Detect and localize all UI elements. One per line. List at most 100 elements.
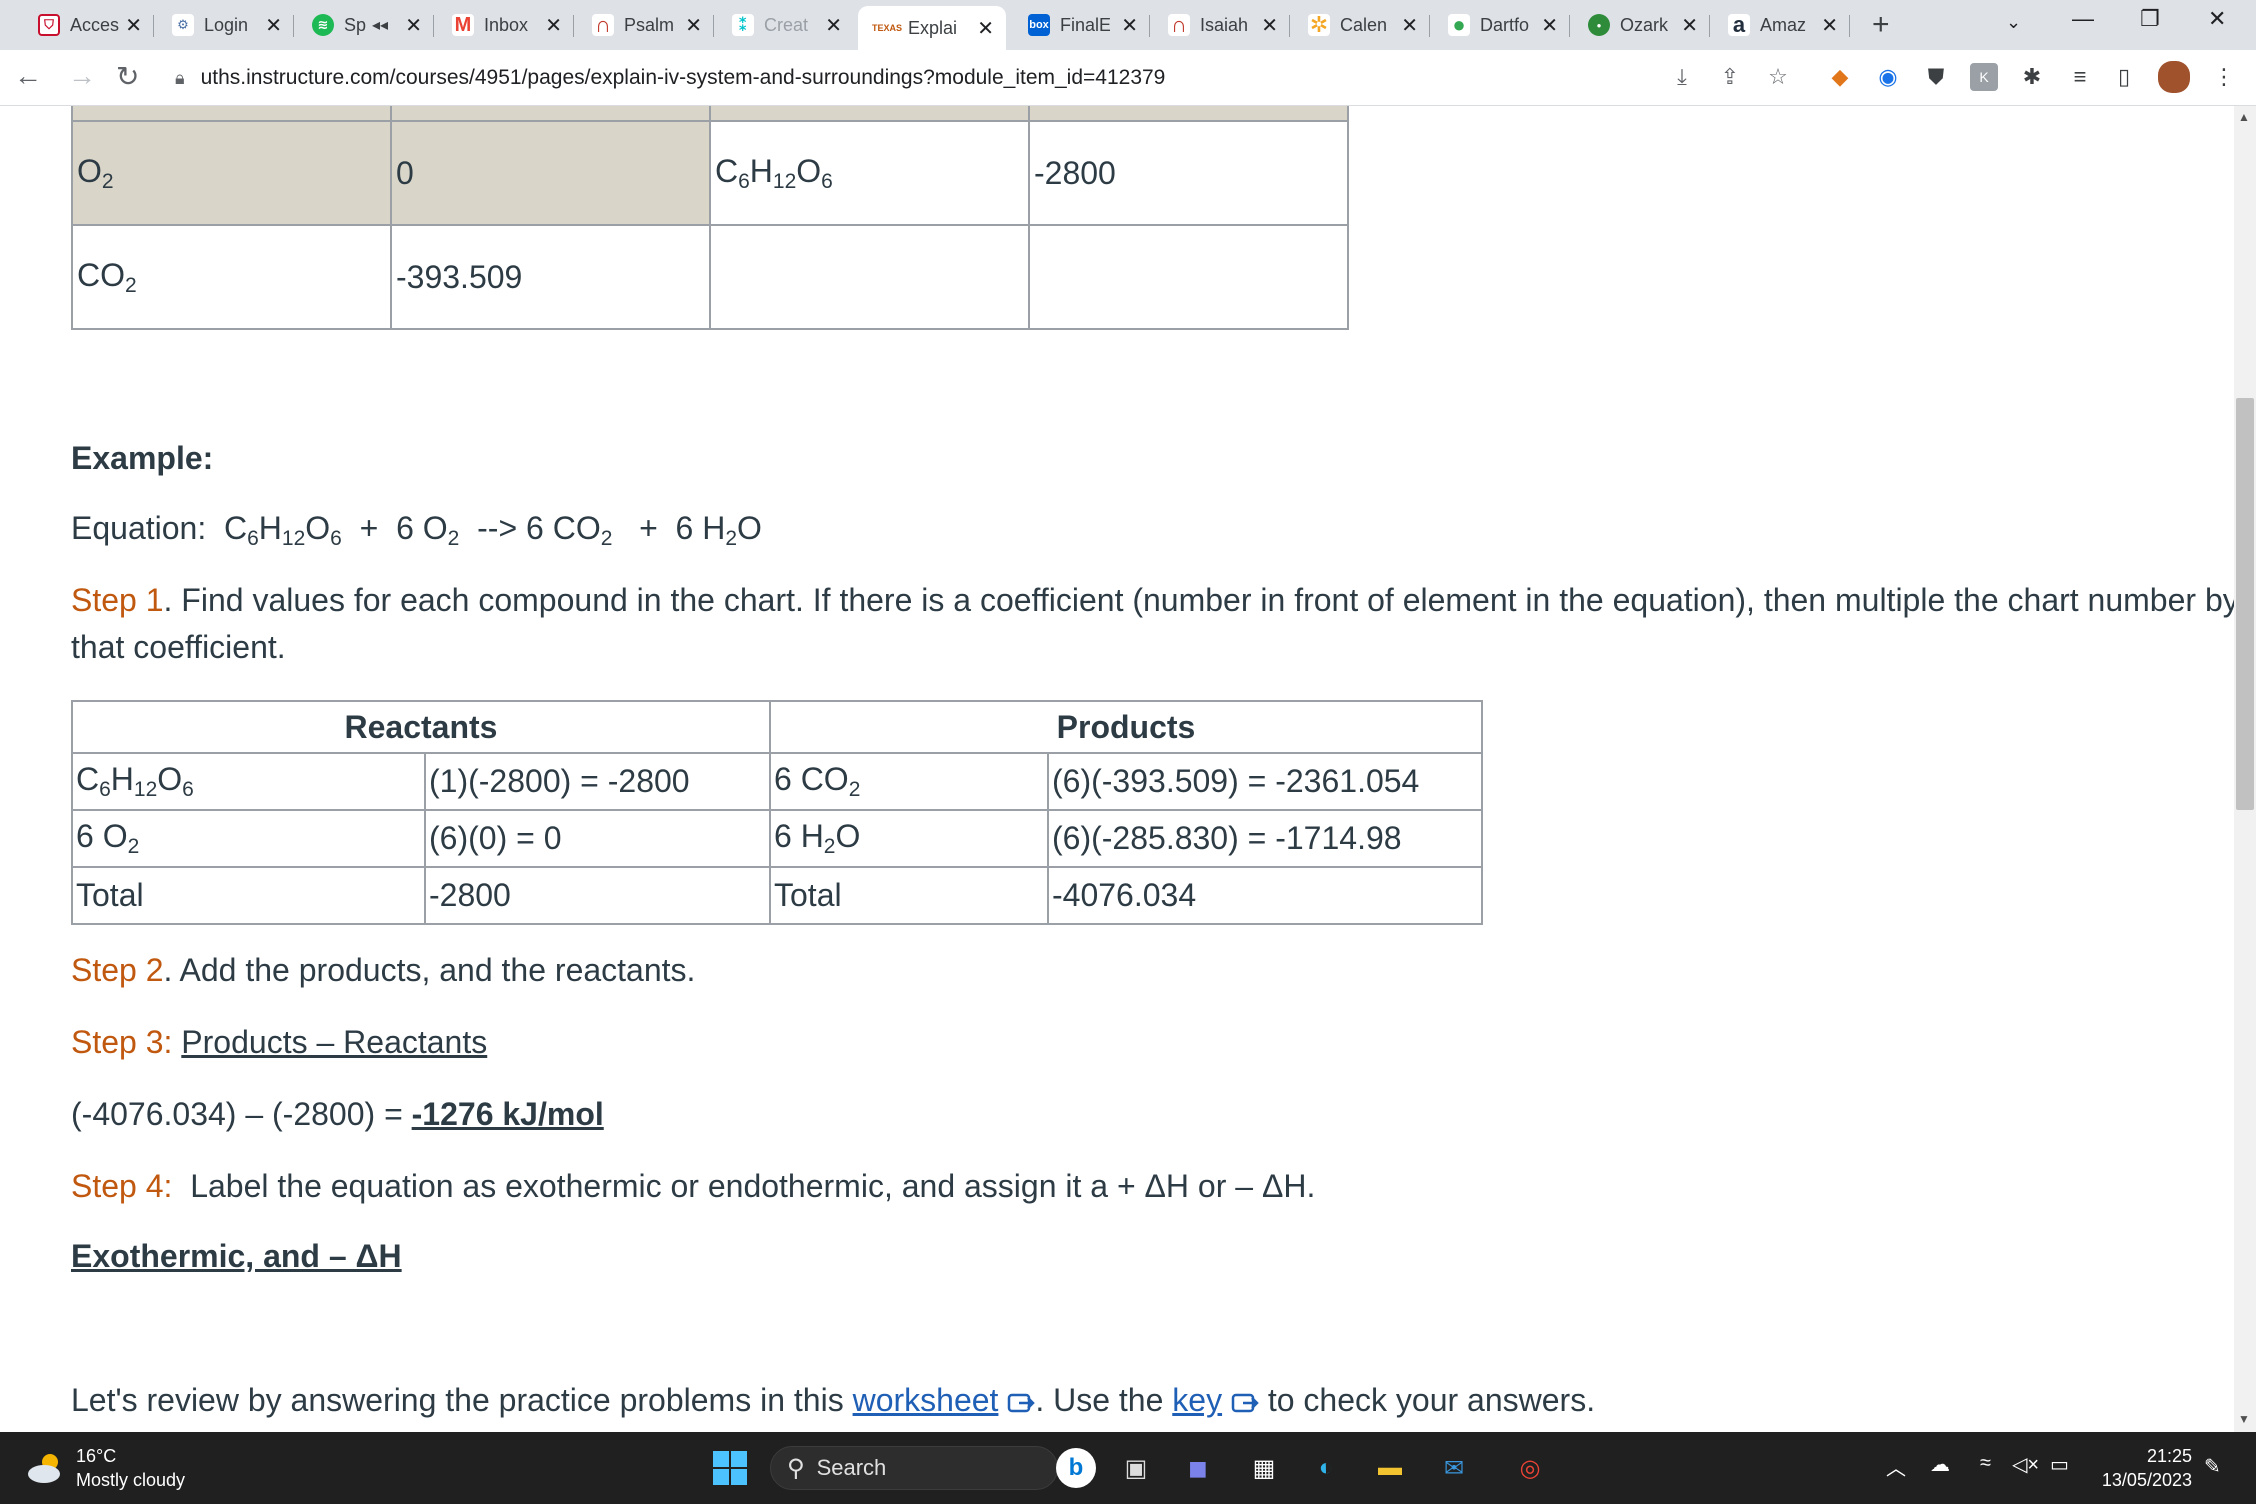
products-header: Products — [769, 700, 1483, 754]
table-cell: 6 CO2 — [769, 752, 1049, 811]
close-tab-icon[interactable]: ✕ — [125, 13, 142, 38]
table-cell — [71, 106, 392, 122]
calculation-table: Reactants Products C6H12O6 (1)(-2800) = … — [71, 700, 1483, 925]
tab-login[interactable]: ⚙ Login ✕ — [154, 7, 294, 43]
close-tab-icon[interactable]: ✕ — [1681, 13, 1698, 38]
calculation-line: (-4076.034) – (-2800) = -1276 kJ/mol — [71, 1096, 604, 1132]
browser-toolbar: ← → ↻ 🔒︎ uths.instructure.com/courses/49… — [0, 50, 2256, 106]
step1-text: Step 1. Find values for each compound in… — [71, 582, 2234, 618]
lock-icon[interactable]: 🔒︎ — [175, 68, 185, 89]
close-tab-icon[interactable]: ✕ — [1821, 13, 1838, 38]
close-tab-icon[interactable]: ✕ — [405, 13, 422, 38]
table-cell: (6)(0) = 0 — [424, 809, 771, 868]
table-row: Total -2800 Total -4076.034 — [71, 866, 1483, 925]
close-tab-icon[interactable]: ✕ — [1121, 13, 1138, 38]
tray-chevron-icon[interactable]: ︿ — [1886, 1452, 1906, 1481]
taskbar-clock[interactable]: 21:25 13/05/2023 — [2080, 1444, 2192, 1492]
tab-isaiah[interactable]: ∩ Isaiah ✕ — [1150, 7, 1290, 43]
scroll-down-icon[interactable]: ▼ — [2238, 1412, 2250, 1426]
forward-arrow-icon[interactable]: → — [68, 60, 96, 92]
install-app-icon[interactable]: ⤓ — [1668, 63, 1696, 91]
back-arrow-icon[interactable]: ← — [14, 60, 42, 92]
tab-create[interactable]: ⁑ Creat ✕ — [714, 7, 854, 43]
bookmark-star-icon[interactable]: ☆ — [1764, 63, 1792, 91]
key-link[interactable]: key — [1172, 1382, 1222, 1418]
address-bar[interactable]: 🔒︎ uths.instructure.com/courses/4951/pag… — [165, 57, 1725, 99]
menu-kebab-icon[interactable]: ⋮ — [2210, 63, 2238, 91]
speaker-icon[interactable]: ◂◂ — [372, 15, 388, 35]
maps-pin-favicon-icon: ● — [1448, 12, 1470, 37]
edge-icon[interactable]: ◐ — [1306, 1448, 1346, 1488]
weather-widget[interactable]: 16°C Mostly cloudy — [24, 1444, 185, 1492]
login-favicon-icon: ⚙ — [172, 14, 194, 36]
total-label: Total — [769, 866, 1049, 925]
table-cell: (6)(-393.509) = -2361.054 — [1047, 752, 1483, 811]
share-icon[interactable]: ⇪ — [1716, 63, 1744, 91]
close-tab-icon[interactable]: ✕ — [825, 13, 842, 38]
microsoft-store-icon[interactable]: ▦ — [1244, 1448, 1284, 1488]
scroll-up-icon[interactable]: ▲ — [2238, 110, 2250, 124]
tab-amazon[interactable]: a Amaz ✕ — [1710, 7, 1850, 43]
start-windows-icon[interactable] — [710, 1448, 750, 1488]
close-tab-icon[interactable]: ✕ — [265, 13, 282, 38]
table-row: C6H12O6 (1)(-2800) = -2800 6 CO2 (6)(-39… — [71, 752, 1483, 811]
close-tab-icon[interactable]: ✕ — [1541, 13, 1558, 38]
table-cell: CO2 — [71, 224, 392, 330]
teams-chat-icon[interactable]: ◼ — [1178, 1448, 1218, 1488]
close-window-icon[interactable]: ✕ — [2208, 6, 2226, 32]
tab-ozark[interactable]: ● Ozark ✕ — [1570, 7, 1710, 43]
close-tab-icon[interactable]: ✕ — [685, 13, 702, 38]
tab-access[interactable]: ⛉ Acces ✕ — [20, 7, 154, 43]
close-tab-icon[interactable]: ✕ — [545, 13, 562, 38]
close-tab-icon[interactable]: ✕ — [977, 16, 994, 41]
tab-spotify[interactable]: ≋ Sp ◂◂ ✕ — [294, 7, 434, 43]
close-tab-icon[interactable]: ✕ — [1401, 13, 1418, 38]
taskbar-search[interactable]: ⚲ Search — [770, 1446, 1058, 1490]
minimize-icon[interactable]: — — [2072, 6, 2094, 32]
battery-icon[interactable]: ▭ — [2050, 1452, 2069, 1477]
wifi-icon[interactable]: ≈ — [1980, 1452, 1991, 1475]
tab-explain-active[interactable]: TEXAS Explai ✕ — [858, 6, 1006, 50]
tab-psalm[interactable]: ∩ Psalm ✕ — [574, 7, 714, 43]
product-total: -4076.034 — [1047, 866, 1483, 925]
task-view-icon[interactable]: ▣ — [1116, 1448, 1156, 1488]
table-cell: 6 O2 — [71, 809, 426, 868]
extension-circle-icon[interactable]: ◉ — [1874, 63, 1902, 91]
tab-final[interactable]: box FinalE ✕ — [1010, 7, 1150, 43]
url-text[interactable]: uths.instructure.com/courses/4951/pages/… — [201, 66, 1166, 90]
box-favicon-icon: box — [1028, 14, 1050, 36]
tab-maps[interactable]: ● Dartfo ✕ — [1430, 7, 1570, 43]
table-cell: C6H12O6 — [71, 752, 426, 811]
extension-box-icon[interactable]: K — [1970, 63, 1998, 91]
bing-icon[interactable]: b — [1056, 1448, 1096, 1488]
review-text: Let's review by answering the practice p… — [71, 1382, 1596, 1418]
restore-icon[interactable]: ❐ — [2140, 6, 2160, 32]
calendar-favicon-icon: ✲ — [1308, 12, 1330, 37]
reading-list-icon[interactable]: ≡ — [2066, 63, 2094, 91]
side-panel-icon[interactable]: ▯ — [2110, 63, 2138, 91]
tab-search-chevron-icon[interactable]: ⌄ — [2006, 12, 2021, 33]
metamask-extension-icon[interactable]: ◆ — [1826, 63, 1854, 91]
example-heading: Example: — [71, 440, 214, 476]
close-tab-icon[interactable]: ✕ — [1261, 13, 1278, 38]
chrome-icon[interactable]: ◎ — [1510, 1448, 1550, 1488]
notification-icon[interactable]: ✎ — [2204, 1454, 2221, 1479]
extensions-puzzle-icon[interactable]: ✱ — [2018, 63, 2046, 91]
external-link-icon[interactable] — [1231, 1391, 1259, 1415]
profile-avatar[interactable] — [2158, 61, 2190, 93]
step4-text: Step 4: Label the equation as exothermic… — [71, 1168, 1316, 1204]
file-explorer-icon[interactable]: ▬ — [1370, 1448, 1410, 1488]
onedrive-icon[interactable]: ☁ — [1930, 1452, 1950, 1477]
shield-extension-icon[interactable]: ⛊ — [1922, 63, 1950, 91]
worksheet-link[interactable]: worksheet — [853, 1382, 999, 1418]
external-link-icon[interactable] — [1007, 1391, 1036, 1415]
mail-icon[interactable]: ✉ — [1434, 1448, 1474, 1488]
table-row: CO2 -393.509 — [71, 224, 1349, 330]
tab-gmail[interactable]: M Inbox ✕ — [434, 7, 574, 43]
new-tab-icon[interactable]: + — [1872, 8, 1890, 42]
tab-calendar[interactable]: ✲ Calen ✕ — [1290, 7, 1430, 43]
reload-icon[interactable]: ↻ — [116, 60, 139, 93]
scrollbar-thumb[interactable] — [2236, 398, 2254, 810]
table-header-row: Reactants Products — [71, 700, 1483, 754]
volume-icon[interactable]: ◁× — [2012, 1452, 2039, 1477]
